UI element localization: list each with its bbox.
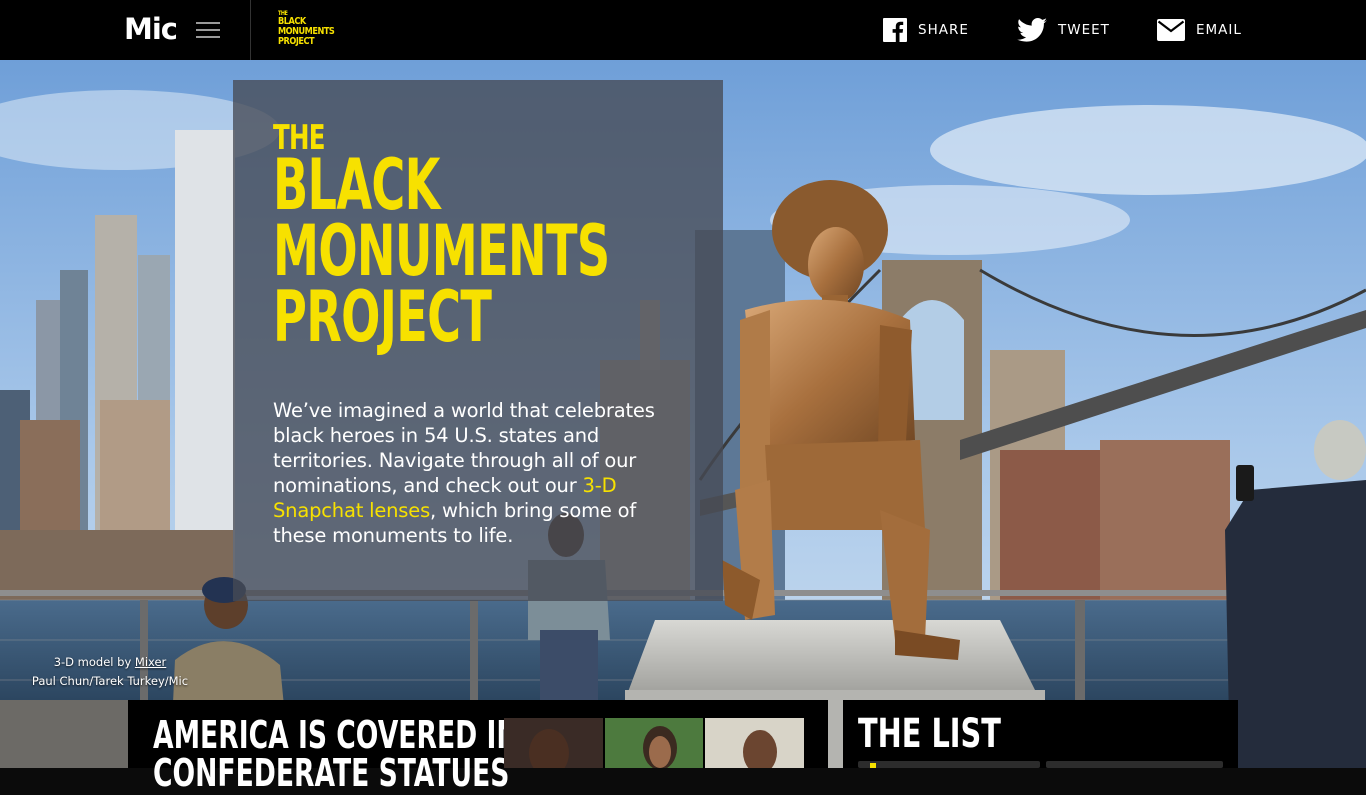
black-monuments-project-logo[interactable]: THE BLACK MONUMENTS PROJECT xyxy=(278,11,335,47)
photo-credit-names: Paul Chun/Tarek Turkey/Mic xyxy=(31,674,189,688)
email-label: EMAIL xyxy=(1196,22,1242,38)
envelope-icon xyxy=(1157,19,1185,41)
hero-section: THE BLACK MONUMENTS PROJECT We’ve imagin… xyxy=(0,60,1366,768)
feature-headline: AMERICA IS COVERED IN CONFEDERATE STATUE… xyxy=(153,716,519,792)
title-line-project: PROJECT xyxy=(273,276,492,358)
feature-story-card[interactable]: AMERICA IS COVERED IN CONFEDERATE STATUE… xyxy=(128,700,828,792)
tweet-button[interactable]: TWEET xyxy=(1017,17,1110,43)
list-tab-1[interactable] xyxy=(858,761,1040,768)
page-title: BLACK MONUMENTS PROJECT xyxy=(273,144,610,358)
video-thumbnail-3[interactable] xyxy=(705,718,805,768)
logo-line-project: PROJECT xyxy=(278,36,315,47)
mixer-link[interactable]: Mixer xyxy=(135,655,166,669)
intro-panel: THE BLACK MONUMENTS PROJECT We’ve imagin… xyxy=(233,80,723,601)
photo-credit: 3-D model by Mixer Paul Chun/Tarek Turke… xyxy=(0,653,220,691)
tweet-label: TWEET xyxy=(1058,22,1110,38)
title-line-black: BLACK xyxy=(273,144,440,226)
top-navigation-bar: Mic THE BLACK MONUMENTS PROJECT SHARE TW… xyxy=(0,0,1366,60)
video-thumbnail-2[interactable] xyxy=(604,718,704,768)
share-label: SHARE xyxy=(918,22,969,38)
credit-prefix: 3-D model by xyxy=(53,655,135,669)
intro-text: We’ve imagined a world that celebrates b… xyxy=(273,398,693,548)
feature-headline-line1: AMERICA IS COVERED IN xyxy=(153,713,519,757)
title-line-monuments: MONUMENTS xyxy=(273,210,610,292)
twitter-icon xyxy=(1017,18,1047,42)
header-divider xyxy=(250,0,251,60)
email-button[interactable]: EMAIL xyxy=(1157,17,1242,43)
list-tab-2[interactable] xyxy=(1046,761,1223,768)
feature-headline-line2: CONFEDERATE STATUES xyxy=(153,751,510,795)
facebook-icon xyxy=(883,18,907,42)
the-list-title: THE LIST xyxy=(858,711,1001,757)
mic-logo[interactable]: Mic xyxy=(124,12,178,46)
menu-icon[interactable] xyxy=(196,22,220,40)
video-thumbnails xyxy=(504,718,805,768)
the-list-card: THE LIST xyxy=(843,700,1238,768)
share-facebook-button[interactable]: SHARE xyxy=(883,17,969,43)
video-thumbnail-1[interactable] xyxy=(504,718,603,768)
